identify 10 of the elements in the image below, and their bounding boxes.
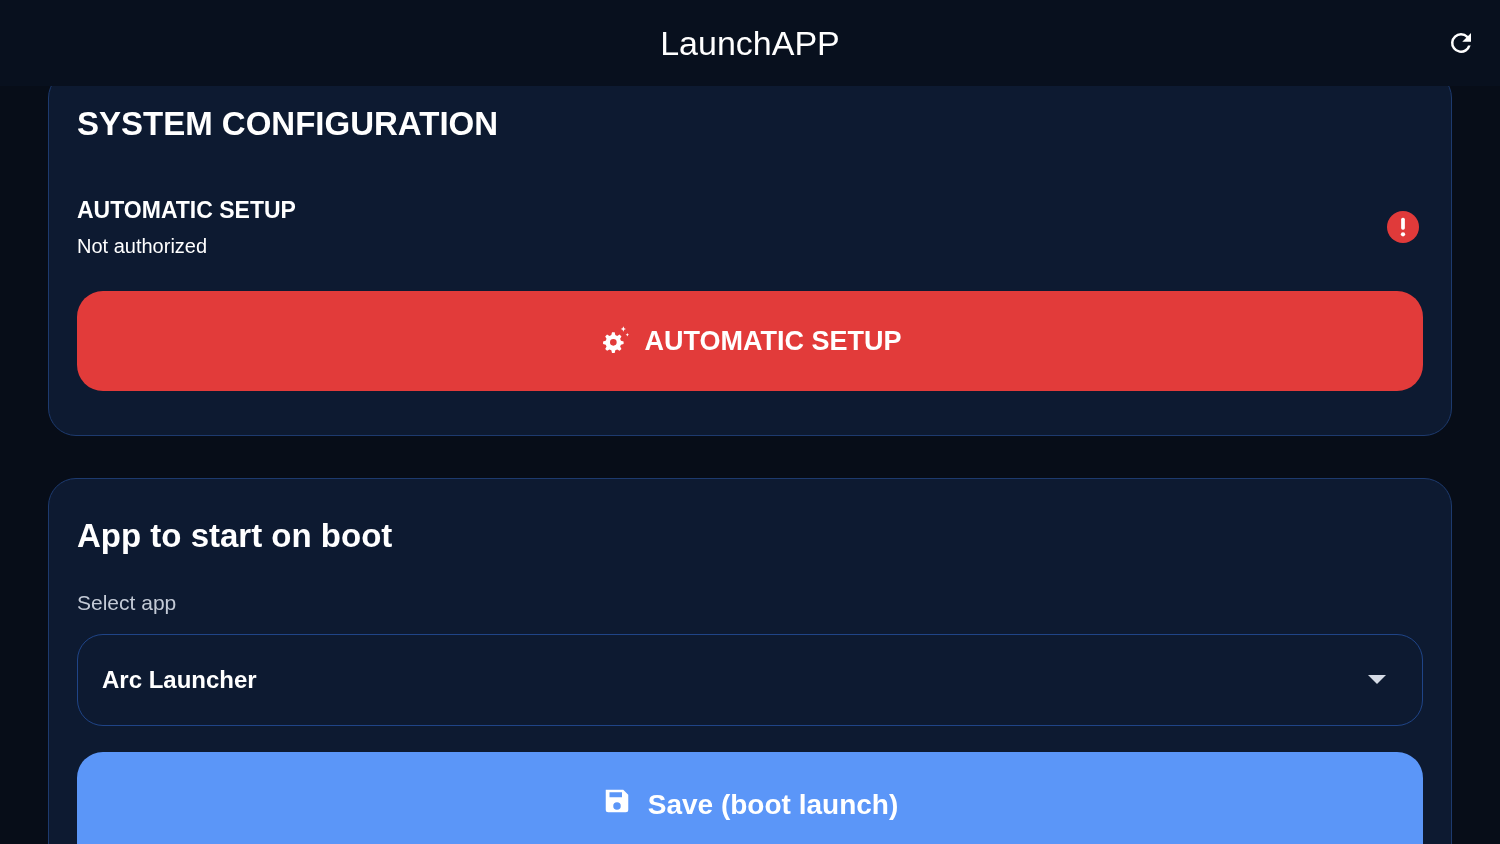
save-button[interactable]: Save (boot launch) xyxy=(77,752,1423,844)
app-title: LaunchAPP xyxy=(660,22,840,64)
section-heading: SYSTEM CONFIGURATION xyxy=(77,104,500,144)
status-label: AUTOMATIC SETUP xyxy=(77,195,296,225)
section-heading: App to start on boot xyxy=(77,516,394,556)
automatic-setup-button[interactable]: AUTOMATIC SETUP xyxy=(77,291,1423,391)
status-text: Not authorized xyxy=(77,234,209,259)
field-label: Select app xyxy=(77,589,178,616)
caret-icon xyxy=(1368,675,1386,685)
app-dropdown[interactable]: Arc Launcher xyxy=(77,634,1423,726)
